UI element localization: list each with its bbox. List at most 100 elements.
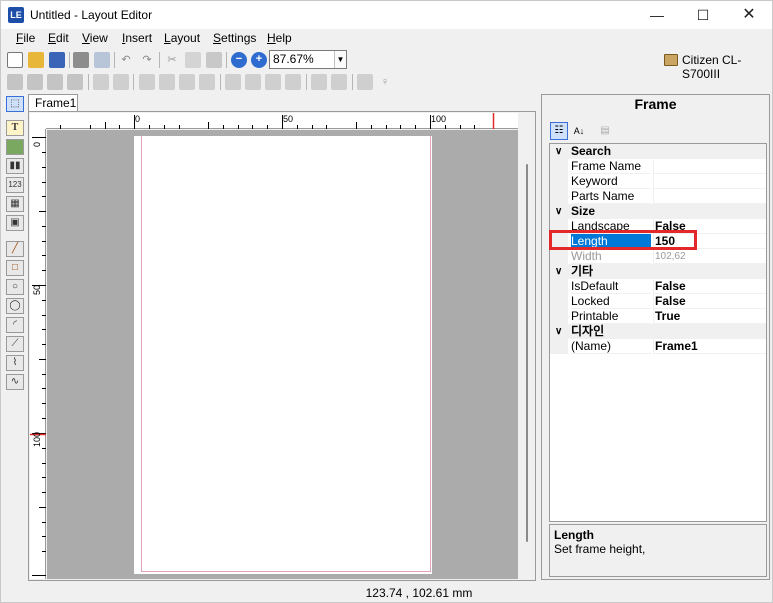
group-tool-icon[interactable]: ▣ [6,215,24,231]
rectangle-tool-icon[interactable]: □ [6,260,24,276]
app-window: LE Untitled - Layout Editor — ☐ ✕ File E… [0,0,773,603]
property-row-keyword[interactable]: Keyword [550,174,766,189]
property-row-parts-name[interactable]: Parts Name [550,189,766,204]
ruler-corner [30,113,46,129]
property-row-printable[interactable]: Printable True [550,309,766,324]
paste-icon[interactable] [206,52,222,68]
barcode-tool-icon[interactable]: ▮▮ [6,158,24,174]
align-toolbar: ♀ [1,71,772,93]
maximize-button[interactable]: ☐ [680,1,726,29]
categorized-icon[interactable]: ☷ [550,122,568,140]
align-right-icon[interactable] [139,74,155,90]
vertical-ruler: 0 50 100 [30,129,46,579]
category-label: 디자인 [571,324,605,338]
chevron-down-icon[interactable]: ∨ [555,324,562,339]
bring-front-icon[interactable] [7,74,23,90]
same-height-icon[interactable] [285,74,301,90]
menu-view[interactable]: View [82,31,108,45]
undo-icon[interactable]: ↶ [118,52,134,68]
property-value[interactable] [653,159,766,174]
property-value[interactable]: True [653,309,766,324]
property-value[interactable]: False [653,279,766,294]
menu-settings[interactable]: Settings [213,31,256,45]
number-tool-icon[interactable]: 123 [6,177,24,193]
text-tool-icon[interactable]: T [6,120,24,136]
pin-icon[interactable]: ♀ [377,74,393,90]
lock-icon[interactable] [357,74,373,90]
property-value[interactable]: Frame1 [653,339,766,354]
category-design[interactable]: ∨ 디자인 [550,324,766,339]
property-pages-icon[interactable]: ▤ [596,122,614,140]
close-button[interactable]: ✕ [726,1,772,29]
property-row-frame-name[interactable]: Frame Name [550,159,766,174]
align-bottom-icon[interactable] [225,74,241,90]
toolbar-separator [159,52,160,68]
send-backward-icon[interactable] [67,74,83,90]
property-value[interactable] [653,189,766,204]
property-row-width[interactable]: Width 102,62 [550,249,766,264]
main-toolbar: ↶ ↷ ✂ − + 87.67% ▼ Citizen CL-S700III [1,49,772,81]
property-row-locked[interactable]: Locked False [550,294,766,309]
curve-tool-icon[interactable]: ∿ [6,374,24,390]
property-value[interactable]: False [653,294,766,309]
title-bar: LE Untitled - Layout Editor — ☐ ✕ [1,1,772,29]
zoom-select[interactable]: 87.67% ▼ [269,50,347,69]
minimize-button[interactable]: — [634,1,680,29]
send-back-icon[interactable] [27,74,43,90]
property-description: Length Set frame height, [549,524,767,577]
window-title: Untitled - Layout Editor [30,8,153,22]
row-gutter [550,159,568,174]
menu-help[interactable]: Help [267,31,292,45]
status-bar: 123.74 , 102.61 mm [1,582,772,602]
image-tool-icon[interactable] [6,139,24,155]
align-middle-icon[interactable] [199,74,215,90]
panel-title: Frame [634,96,677,112]
menu-file[interactable]: File [16,31,35,45]
same-width-icon[interactable] [265,74,281,90]
print-icon[interactable] [73,52,89,68]
print-preview-icon[interactable] [94,52,110,68]
category-size[interactable]: ∨ Size [550,204,766,219]
size-height-icon[interactable] [331,74,347,90]
menu-insert[interactable]: Insert [122,31,152,45]
diagonal-tool-icon[interactable]: ⟋ [6,336,24,352]
redo-icon[interactable]: ↷ [139,52,155,68]
property-row-name[interactable]: (Name) Frame1 [550,339,766,354]
copy-icon[interactable] [185,52,201,68]
scrollbar-thumb[interactable] [526,164,528,542]
align-top-icon[interactable] [179,74,195,90]
length-highlight-box [549,230,697,250]
tab-frame1[interactable]: Frame1 [28,94,78,112]
chevron-down-icon[interactable]: ▼ [334,51,346,68]
open-icon[interactable] [28,52,44,68]
alphabetical-icon[interactable]: A↓ [570,122,588,140]
property-value[interactable] [653,174,766,189]
menu-edit[interactable]: Edit [48,31,69,45]
align-left-icon[interactable] [93,74,109,90]
zoom-in-icon[interactable]: + [251,52,267,68]
chevron-down-icon[interactable]: ∨ [555,204,562,219]
bring-forward-icon[interactable] [47,74,63,90]
chevron-down-icon[interactable]: ∨ [555,264,562,279]
save-icon[interactable] [49,52,65,68]
property-row-isdefault[interactable]: IsDefault False [550,279,766,294]
polyline-tool-icon[interactable]: ⌇ [6,355,24,371]
ellipse-tool-icon[interactable]: ○ [6,279,24,295]
circle-tool-icon[interactable]: ◯ [6,298,24,314]
menu-layout[interactable]: Layout [164,31,200,45]
line-tool-icon[interactable]: ╱ [6,241,24,257]
arc-tool-icon[interactable]: ◜ [6,317,24,333]
chevron-down-icon[interactable]: ∨ [555,144,562,159]
toolbar-separator [69,52,70,68]
align-center-icon[interactable] [113,74,129,90]
cut-icon[interactable]: ✂ [164,52,180,68]
new-icon[interactable] [7,52,23,68]
select-tool-icon[interactable]: ⬚ [6,96,24,112]
zoom-out-icon[interactable]: − [231,52,247,68]
distribute-v-icon[interactable] [245,74,261,90]
distribute-h-icon[interactable] [159,74,175,90]
qrcode-tool-icon[interactable]: ▦ [6,196,24,212]
size-width-icon[interactable] [311,74,327,90]
category-misc[interactable]: ∨ 기타 [550,264,766,279]
category-search[interactable]: ∨ Search [550,144,766,159]
